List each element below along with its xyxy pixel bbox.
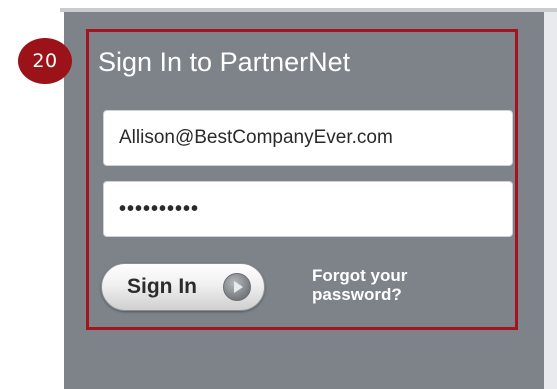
sign-in-button[interactable]: Sign In bbox=[101, 263, 265, 311]
panel-right-edge bbox=[544, 12, 557, 389]
page-title: Sign In to PartnerNet bbox=[98, 47, 351, 77]
sign-in-button-label: Sign In bbox=[127, 275, 197, 298]
play-arrow-icon bbox=[223, 273, 251, 301]
password-field[interactable]: •••••••••• bbox=[103, 181, 513, 237]
step-number-badge: 20 bbox=[18, 38, 72, 84]
screenshot-stage: 20 Sign In to PartnerNet Allison@BestCom… bbox=[0, 0, 557, 389]
forgot-password-line-1: Forgot your bbox=[312, 266, 408, 285]
play-arrow-glyph bbox=[234, 281, 243, 293]
forgot-password-link[interactable]: Forgot your password? bbox=[312, 266, 442, 304]
forgot-password-line-2: password? bbox=[312, 285, 402, 304]
email-field[interactable]: Allison@BestCompanyEver.com bbox=[103, 110, 513, 166]
